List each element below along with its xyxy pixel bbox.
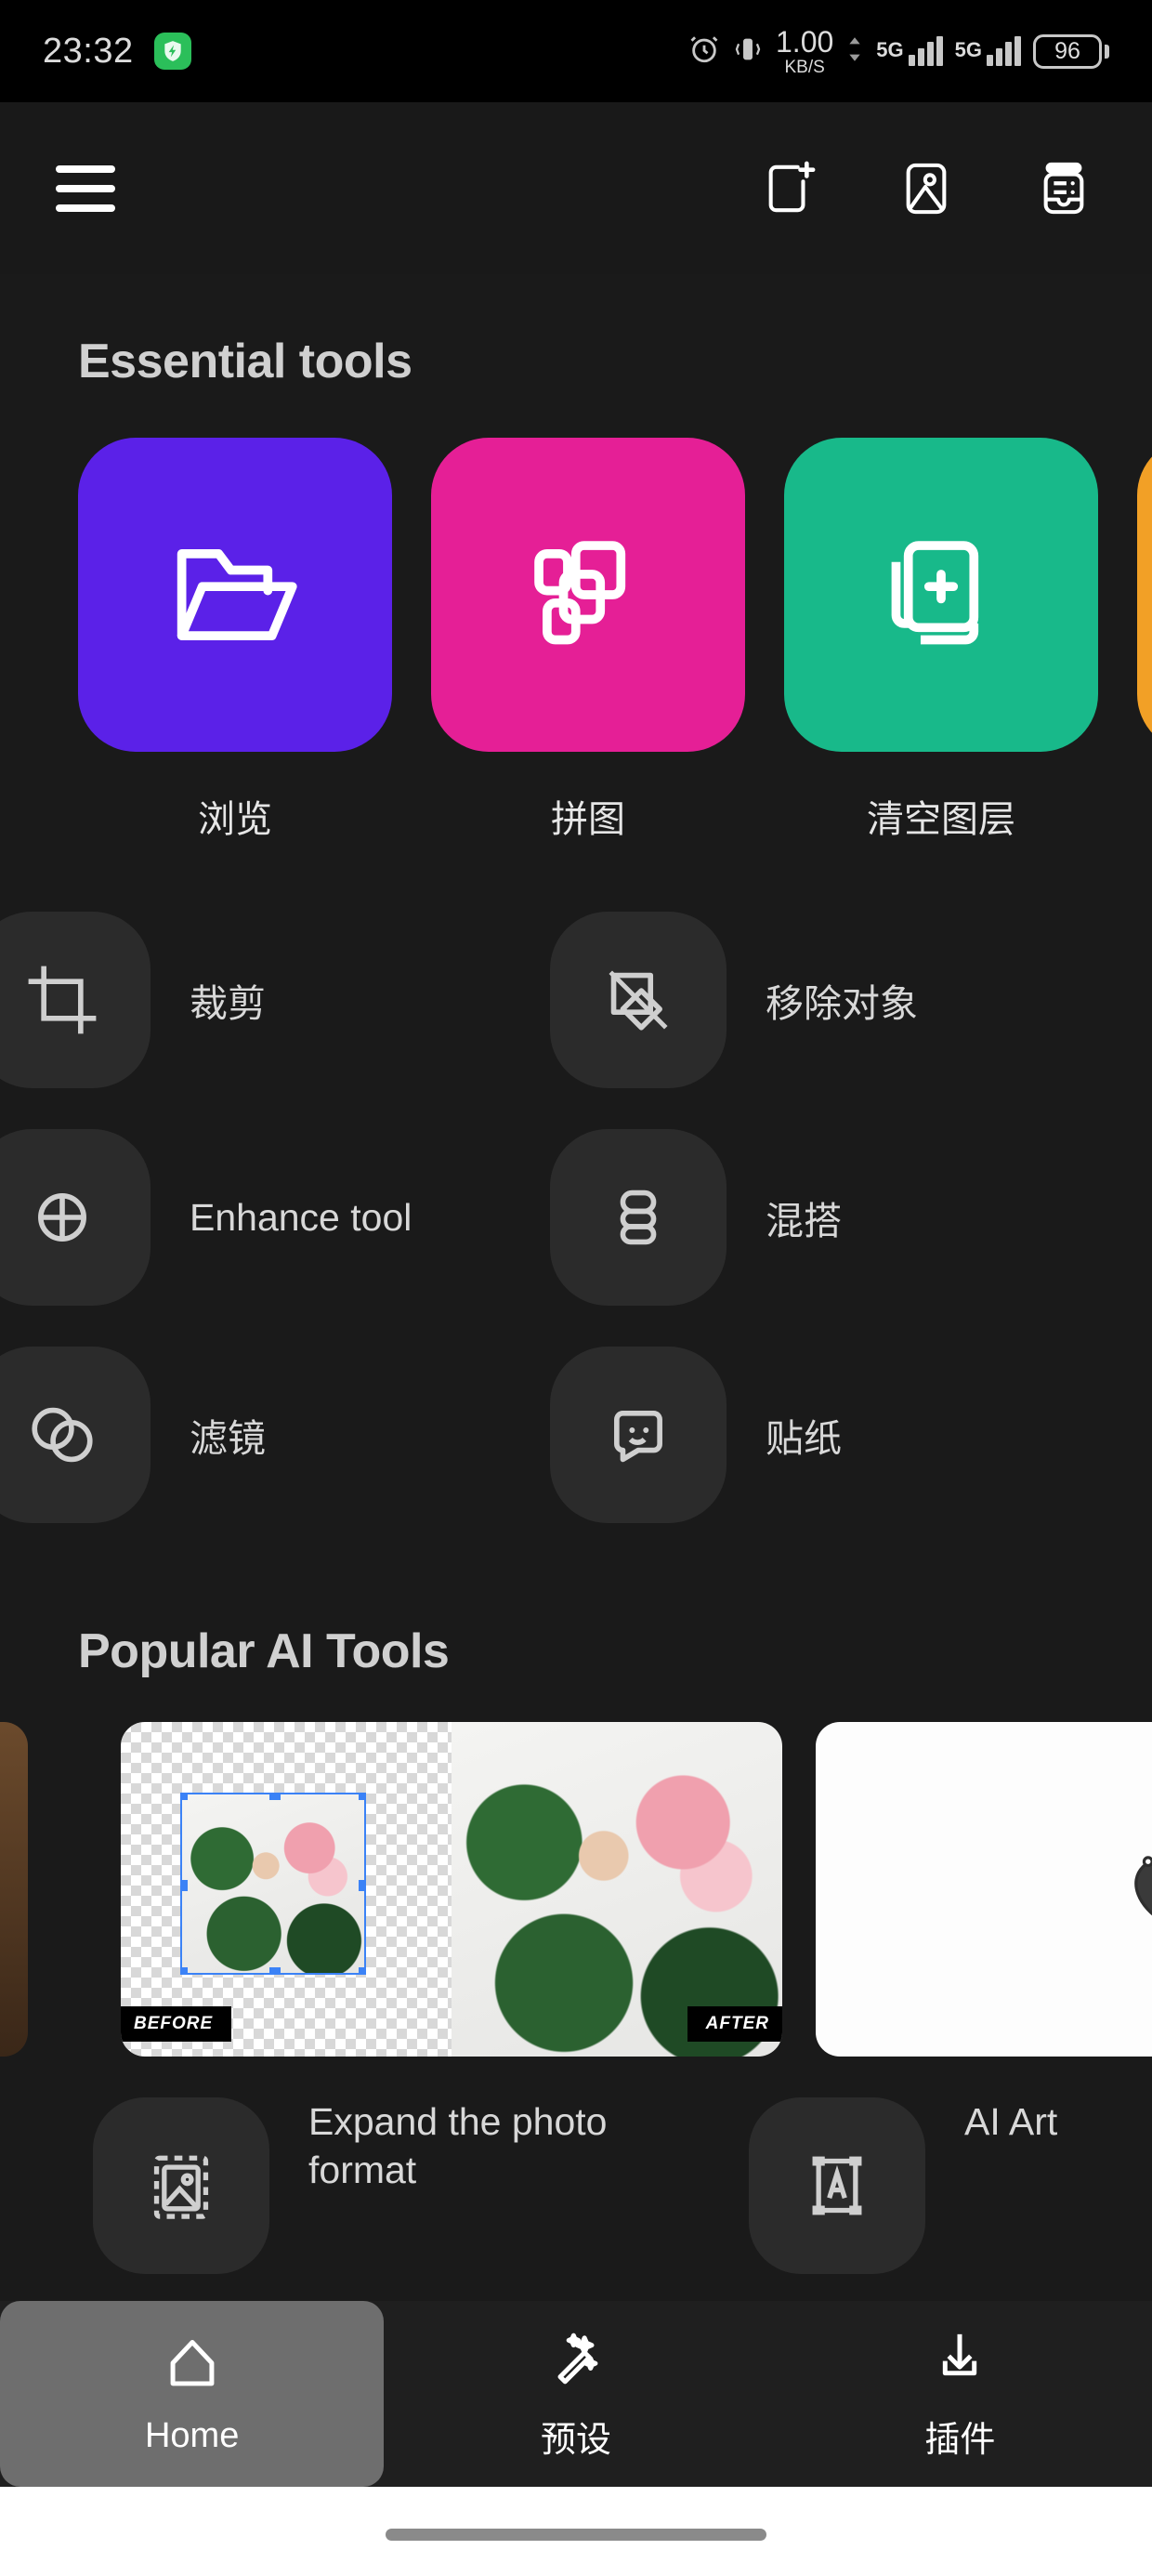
mix-match-icon[interactable]	[550, 1129, 727, 1306]
battery-indicator: 96	[1033, 33, 1109, 69]
status-bar: 23:32 1.00 KB/S 5G 5G 96	[0, 0, 1152, 102]
ai-list-item-ai-art[interactable]: AI Art	[749, 2097, 1057, 2274]
new-project-sparkle-icon[interactable]	[756, 156, 821, 221]
tool-list-label: 移除对象	[766, 982, 918, 1025]
new-layer-plus-icon	[891, 541, 979, 645]
tool-list-item-enhance[interactable]: Enhance tool	[0, 1129, 550, 1306]
after-panel: AFTER	[452, 1722, 782, 2057]
tool-list-label: 混搭	[766, 1200, 842, 1242]
tool-tile[interactable]	[78, 438, 392, 752]
status-time: 23:32	[43, 31, 134, 71]
sim1-network-label: 5G	[876, 38, 904, 61]
home-icon	[170, 2339, 215, 2385]
popular-ai-tools-title: Popular AI Tools	[78, 1624, 450, 1678]
app-bar-actions	[756, 156, 1096, 221]
butterfly-sketch-illustration	[1134, 1856, 1152, 1916]
ai-art-frame-icon[interactable]	[749, 2097, 925, 2274]
tool-list-label: 贴纸	[766, 1417, 842, 1460]
sim2-network-label: 5G	[954, 38, 982, 61]
nav-label: Home	[144, 2415, 240, 2455]
tool-tile[interactable]	[784, 438, 1098, 752]
selection-box	[180, 1793, 366, 1975]
popular-ai-list: Expand the photo format AI Art	[0, 2057, 1152, 2274]
ai-card-before-after[interactable]: BEFORE AFTER	[121, 1722, 782, 2057]
gallery-image-icon[interactable]	[894, 156, 959, 221]
ai-list-label: AI Art	[964, 2100, 1058, 2143]
vibrate-icon	[732, 33, 764, 70]
sim1-signal: 5G	[876, 36, 943, 66]
essential-tools-title: Essential tools	[78, 335, 412, 388]
network-speed-unit: KB/S	[784, 57, 825, 77]
essential-tools-carousel[interactable]: 浏览 拼图 清空图层	[0, 389, 1152, 843]
before-panel: BEFORE	[121, 1722, 452, 2057]
tool-list-row: Enhance tool 混搭	[0, 1109, 1152, 1326]
tool-tile[interactable]	[1137, 438, 1152, 752]
tool-tile[interactable]	[431, 438, 745, 752]
tool-list-row: 滤镜 贴纸	[0, 1326, 1152, 1544]
bottom-navigation: Home 预设 插件	[0, 2301, 1152, 2487]
sim2-signal-bars	[987, 36, 1021, 66]
status-bar-right: 1.00 KB/S 5G 5G 96	[688, 27, 1109, 76]
tool-label: 清空图层	[867, 799, 1015, 840]
ai-card-previous-partial[interactable]	[0, 1722, 28, 2057]
sim1-signal-bars	[908, 36, 943, 66]
tool-list-item-remove-object[interactable]: 移除对象	[550, 912, 1126, 1088]
tool-list-label: 裁剪	[190, 982, 266, 1025]
nav-label: 预设	[540, 2420, 611, 2460]
essential-tools-list: 裁剪 移除对象 Enhance tool 混搭 滤镜 贴纸	[0, 891, 1152, 1544]
status-bar-left: 23:32	[43, 32, 191, 72]
tool-list-label: Enhance tool	[190, 1195, 412, 1239]
expand-photo-icon[interactable]	[93, 2097, 269, 2274]
gesture-home-bar[interactable]	[386, 2529, 766, 2541]
nav-label: 插件	[924, 2420, 996, 2460]
magic-wand-icon	[557, 2333, 598, 2384]
tool-card-next-partial[interactable]	[1137, 438, 1152, 752]
collage-layers-icon	[534, 541, 626, 645]
tool-card-collage[interactable]: 拼图	[431, 438, 745, 843]
tool-label: 浏览	[198, 799, 272, 840]
top-app-bar	[0, 102, 1152, 274]
crop-icon[interactable]	[0, 912, 151, 1088]
tool-list-label: 滤镜	[190, 1417, 266, 1460]
gesture-nav-area	[0, 2487, 1152, 2576]
before-badge: BEFORE	[121, 2006, 232, 2042]
app-screen: 23:32 1.00 KB/S 5G 5G 96 Essential tools…	[0, 0, 1152, 2576]
nav-item-home[interactable]: Home	[0, 2301, 385, 2487]
nav-item-plugins[interactable]: 插件	[768, 2301, 1152, 2487]
battery-percent: 96	[1054, 37, 1080, 64]
tool-card-browse[interactable]: 浏览	[78, 438, 392, 843]
tool-card-clear-layers[interactable]: 清空图层	[784, 438, 1098, 843]
tool-list-item-sticker[interactable]: 贴纸	[550, 1347, 1126, 1523]
data-transfer-arrows-icon	[845, 33, 864, 70]
nav-item-presets[interactable]: 预设	[384, 2301, 767, 2487]
enhance-icon[interactable]	[0, 1129, 151, 1306]
alarm-clock-icon	[688, 33, 720, 70]
tool-label: 拼图	[551, 799, 625, 840]
sticker-smiley-icon[interactable]	[550, 1347, 727, 1523]
archive-inbox-icon[interactable]	[1031, 156, 1096, 221]
popular-ai-carousel[interactable]: BEFORE AFTER	[0, 1679, 1152, 2057]
download-plugin-icon	[943, 2333, 977, 2375]
remove-object-icon[interactable]	[550, 912, 727, 1088]
tool-list-row: 裁剪 移除对象	[0, 891, 1152, 1109]
tool-list-item-filter[interactable]: 滤镜	[0, 1347, 550, 1523]
tool-list-item-crop[interactable]: 裁剪	[0, 912, 550, 1088]
scroll-content: Essential tools 浏览 拼图 清空图层 裁剪 移除对象 Enhan…	[0, 274, 1152, 2300]
folder-open-icon	[177, 549, 297, 640]
hamburger-menu-icon[interactable]	[56, 164, 115, 212]
sim2-signal: 5G	[955, 36, 1021, 66]
ai-list-label: Expand the photo format	[308, 2100, 608, 2192]
shield-bolt-icon	[153, 33, 191, 70]
filter-icon[interactable]	[0, 1347, 151, 1523]
network-speed-value: 1.00	[776, 24, 834, 59]
ai-card-sketch[interactable]	[816, 1722, 1152, 2057]
after-badge: AFTER	[687, 2006, 782, 2042]
ai-list-item-expand-photo[interactable]: Expand the photo format	[93, 2097, 708, 2274]
tool-list-item-mix-match[interactable]: 混搭	[550, 1129, 1126, 1306]
network-speed: 1.00 KB/S	[776, 27, 833, 76]
